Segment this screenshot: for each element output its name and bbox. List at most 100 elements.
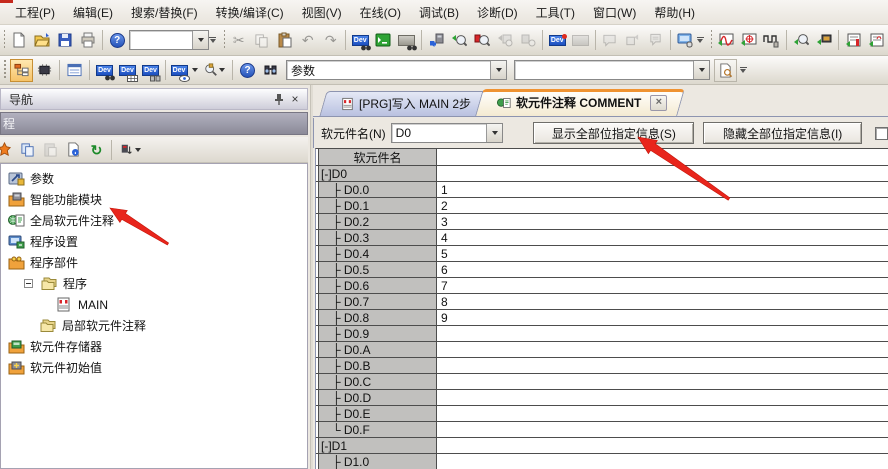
device-display-format-icon[interactable]: Dev [169, 59, 199, 82]
comment-bubble-icon[interactable] [598, 29, 621, 52]
toolbar-overflow-icon[interactable] [697, 29, 704, 51]
toolbar-overflow-icon[interactable] [209, 29, 216, 51]
data-transfer-icon[interactable] [621, 29, 644, 52]
tab-close-icon[interactable]: × [650, 95, 667, 111]
comment-cell[interactable] [437, 326, 888, 341]
comment-cell[interactable]: 2 [437, 198, 888, 213]
find-device-icon[interactable] [199, 59, 229, 82]
menu-tools[interactable]: 工具(T) [527, 1, 584, 24]
plc-block-icon[interactable] [516, 29, 539, 52]
pin-icon[interactable] [271, 92, 287, 107]
comment-cell[interactable]: 4 [437, 230, 888, 245]
comment-cell[interactable] [437, 390, 888, 405]
table-row[interactable]: [-]D0 [316, 166, 888, 182]
menu-project[interactable]: 工程(P) [6, 1, 64, 24]
device-grid-icon[interactable]: Dev [116, 59, 139, 82]
table-row[interactable]: └ D0.F [316, 422, 888, 438]
watch-start-icon[interactable] [789, 29, 812, 52]
show-all-bits-button[interactable]: 显示全部位指定信息(S) [533, 122, 694, 144]
hide-all-bits-button[interactable]: 隐藏全部位指定信息(I) [703, 122, 862, 144]
menu-compile[interactable]: 转换/编译(C) [207, 1, 293, 24]
plc-write-icon[interactable] [424, 29, 447, 52]
table-row[interactable]: ├ D0.C [316, 374, 888, 390]
copy-icon[interactable] [250, 29, 273, 52]
device-test-icon[interactable] [812, 29, 835, 52]
comment-cell[interactable] [437, 406, 888, 421]
table-row[interactable]: ├ D0.23 [316, 214, 888, 230]
monitor-stop-icon[interactable] [737, 29, 760, 52]
table-row[interactable]: ├ D0.78 [316, 294, 888, 310]
comment-cell[interactable] [437, 422, 888, 437]
paste-data-icon[interactable] [39, 138, 62, 161]
plc-compare-icon[interactable] [493, 29, 516, 52]
paste-icon[interactable] [273, 29, 296, 52]
refresh-icon[interactable]: ↻ [85, 138, 108, 161]
device-comment-list-icon[interactable]: Dev [93, 59, 116, 82]
undo-icon[interactable]: ↶ [296, 29, 319, 52]
tree-item-parameter[interactable]: 参数 [1, 168, 307, 189]
exec-monitor-icon[interactable] [372, 29, 395, 52]
comment-cell[interactable]: 3 [437, 214, 888, 229]
comment-cell[interactable]: 8 [437, 294, 888, 309]
plc-verify-icon[interactable] [447, 29, 470, 52]
toolbar-overflow-icon[interactable] [737, 59, 749, 81]
comment-cell[interactable] [437, 166, 888, 181]
table-row[interactable]: ├ D0.E [316, 406, 888, 422]
menu-edit[interactable]: 编辑(E) [64, 1, 122, 24]
monitor-start-icon[interactable] [714, 29, 737, 52]
task-list-icon[interactable] [63, 59, 86, 82]
table-row[interactable]: ├ D0.B [316, 358, 888, 374]
comment-cell[interactable] [437, 342, 888, 357]
copy-data-icon[interactable] [16, 138, 39, 161]
open-project-icon[interactable] [30, 29, 53, 52]
device-replace-icon[interactable] [395, 29, 418, 52]
comment-cell[interactable] [437, 358, 888, 373]
quick-find-dropdown-icon[interactable] [192, 31, 208, 49]
tree-item-local-device-comment[interactable]: 局部软元件注释 [1, 315, 307, 336]
cut-icon[interactable]: ✂ [227, 29, 250, 52]
table-row[interactable]: [-]D1 [316, 438, 888, 454]
menu-online[interactable]: 在线(O) [351, 1, 410, 24]
quick-find-combo[interactable] [129, 30, 209, 50]
table-row[interactable]: ├ D0.9 [316, 326, 888, 342]
menu-diagnostics[interactable]: 诊断(D) [468, 1, 527, 24]
device-batch-icon[interactable]: Dev [139, 59, 162, 82]
collapse-expander-icon[interactable] [24, 279, 33, 288]
tree-item-device-memory[interactable]: 软元件存储器 [1, 336, 307, 357]
comment-cell[interactable]: 6 [437, 262, 888, 277]
tree-item-program-setting[interactable]: 程序设置 [1, 231, 307, 252]
table-row[interactable]: ├ D0.12 [316, 198, 888, 214]
tree-item-program-folder[interactable]: 程序 [1, 273, 307, 294]
toolbar-grip[interactable] [2, 60, 8, 80]
navigation-window-icon[interactable] [10, 59, 33, 82]
close-panel-icon[interactable]: × [287, 92, 303, 107]
save-project-icon[interactable] [53, 29, 76, 52]
comment-cell[interactable] [437, 454, 888, 469]
toolbar-grip[interactable] [222, 30, 225, 50]
tab-main-program[interactable]: [PRG]写入 MAIN 2步 [323, 91, 485, 116]
print-icon[interactable] [76, 29, 99, 52]
module-configuration-icon[interactable] [33, 59, 56, 82]
device-monitor-start-icon[interactable]: Dev [546, 29, 569, 52]
ladder-monitor-icon[interactable] [842, 29, 865, 52]
toolbar-grip[interactable] [709, 30, 712, 50]
toolbar-grip[interactable] [2, 30, 5, 50]
new-data-icon[interactable] [0, 138, 16, 161]
data-property-icon[interactable] [62, 138, 85, 161]
tab-device-comment[interactable]: 软元件注释 COMMENT × [479, 89, 681, 116]
comment-cell[interactable]: 5 [437, 246, 888, 261]
table-row[interactable]: ├ D0.A [316, 342, 888, 358]
menu-view[interactable]: 视图(V) [293, 1, 351, 24]
plc-read-icon[interactable] [470, 29, 493, 52]
device-monitor-stop-icon[interactable] [569, 29, 592, 52]
device-name-dropdown-icon[interactable] [486, 124, 502, 142]
table-row[interactable]: ├ D0.89 [316, 310, 888, 326]
statement-icon[interactable] [644, 29, 667, 52]
secondary-combo-dropdown-icon[interactable] [693, 61, 709, 79]
ladder-edit-icon[interactable] [865, 29, 888, 52]
help-icon-2[interactable]: ? [236, 59, 259, 82]
remote-operation-icon[interactable] [674, 29, 697, 52]
menu-find-replace[interactable]: 搜索/替换(F) [122, 1, 207, 24]
tree-item-intelligent-module[interactable]: 智能功能模块 [1, 189, 307, 210]
table-row[interactable]: ├ D0.01 [316, 182, 888, 198]
